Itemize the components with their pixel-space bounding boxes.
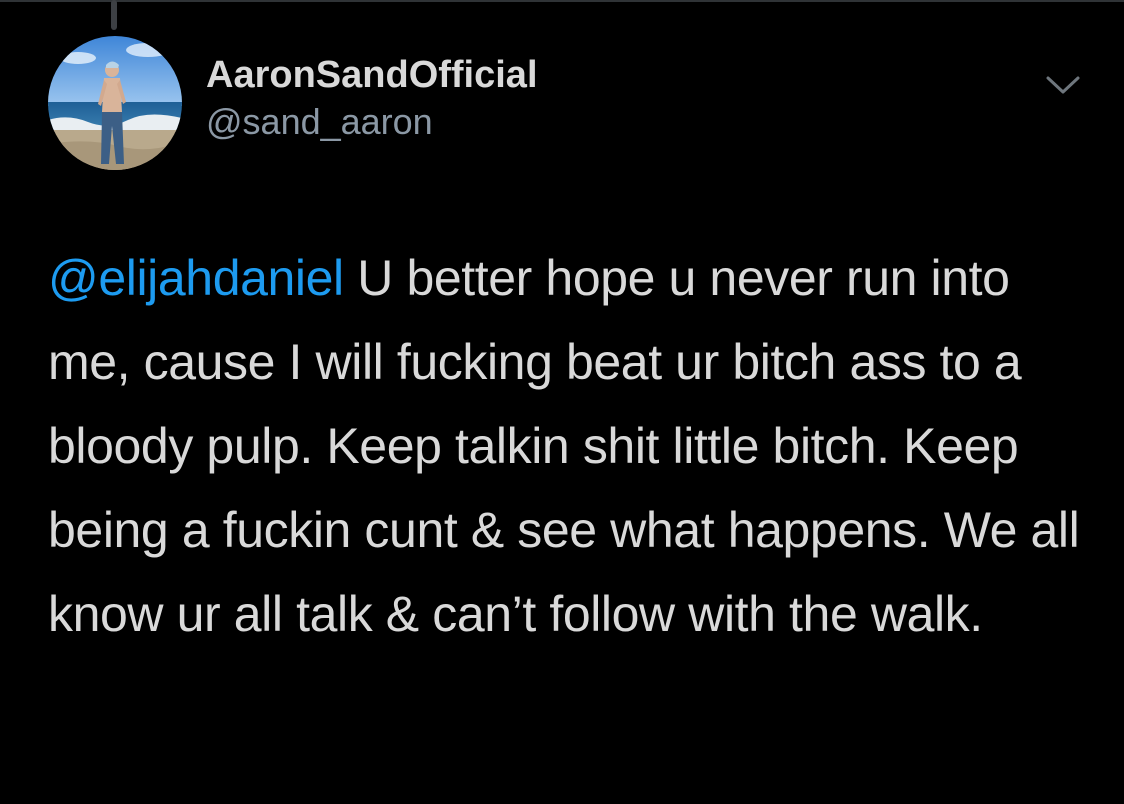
mention-link[interactable]: @elijahdaniel <box>48 250 344 306</box>
avatar[interactable] <box>48 36 182 170</box>
author-block[interactable]: AaronSandOfficial @sand_aaron <box>206 52 538 144</box>
chevron-down-icon[interactable] <box>1040 64 1086 104</box>
thread-connector-line <box>111 0 117 30</box>
tweet-text: @elijahdaniel U better hope u never run … <box>48 236 1088 656</box>
author-display-name[interactable]: AaronSandOfficial <box>206 52 538 98</box>
profile-photo-beach-icon <box>48 36 182 170</box>
tweet-body: U better hope u never run into me, cause… <box>48 250 1080 642</box>
author-handle[interactable]: @sand_aaron <box>206 100 538 144</box>
top-divider <box>0 0 1124 2</box>
